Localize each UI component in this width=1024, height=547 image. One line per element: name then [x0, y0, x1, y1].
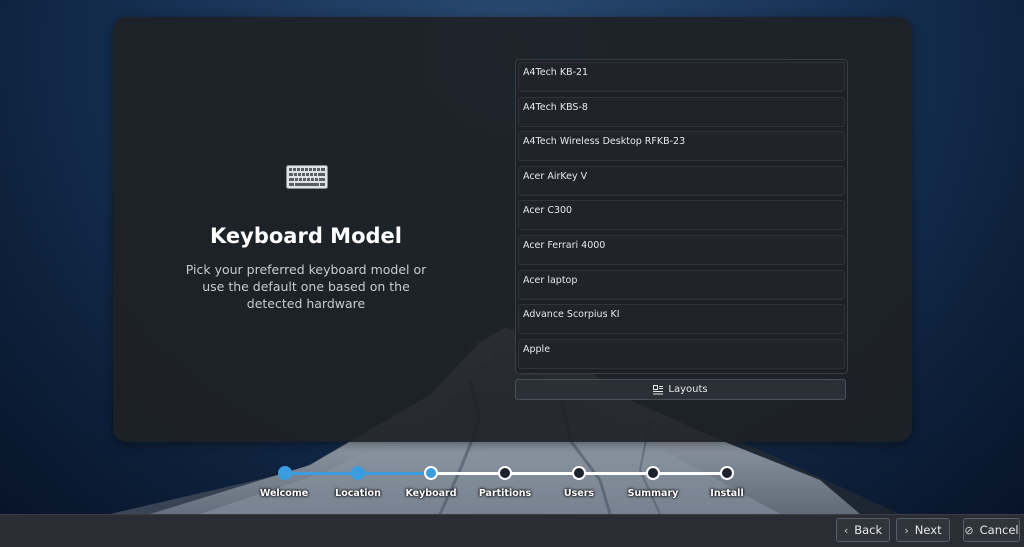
list-item[interactable]: Advance Scorpius KI	[518, 304, 845, 335]
keyboard-icon	[286, 165, 328, 189]
keyboard-model-list[interactable]: A4Tech KB-21 A4Tech KBS-8 A4Tech Wireles…	[515, 59, 848, 374]
next-button[interactable]: › Next	[896, 518, 950, 542]
layouts-icon	[653, 384, 664, 394]
list-item[interactable]: Acer C300	[518, 200, 845, 231]
step-install-label: Install	[710, 488, 744, 499]
page-subtitle: Pick your preferred keyboard model or us…	[185, 262, 427, 311]
back-button-label: Back	[854, 523, 883, 537]
layouts-button[interactable]: Layouts	[515, 379, 846, 400]
list-item[interactable]: Apple	[518, 338, 845, 369]
step-users-label: Users	[563, 488, 595, 499]
step-welcome-label: Welcome	[259, 488, 309, 499]
step-keyboard-marker	[424, 466, 438, 480]
step-summary-label: Summary	[627, 488, 679, 499]
list-item[interactable]: A4Tech KB-21	[518, 62, 845, 92]
chevron-left-icon: ‹	[843, 523, 849, 537]
step-partitions-label: Partitions	[478, 488, 532, 499]
layouts-button-label: Layouts	[668, 384, 708, 395]
chevron-right-icon: ›	[904, 523, 909, 537]
list-item[interactable]: Acer laptop	[518, 269, 845, 300]
cancel-button[interactable]: ⊘ Cancel	[963, 518, 1020, 542]
list-item[interactable]: Acer AirKey V	[518, 165, 845, 196]
list-item[interactable]: Acer Ferrari 4000	[518, 234, 845, 265]
main-card: Keyboard Model Pick your preferred keybo…	[113, 17, 912, 442]
page-title: Keyboard Model	[210, 224, 402, 248]
cancel-icon: ⊘	[964, 523, 974, 537]
back-button[interactable]: ‹ Back	[836, 518, 890, 542]
step-install-marker	[720, 466, 734, 480]
list-item[interactable]: A4Tech KBS-8	[518, 96, 845, 127]
step-location-label: Location	[335, 488, 381, 499]
step-users-marker	[572, 466, 586, 480]
left-pane: Keyboard Model Pick your preferred keybo…	[113, 17, 499, 442]
list-item[interactable]: A4Tech Wireless Desktop RFKB-23	[518, 131, 845, 162]
step-welcome-marker	[278, 466, 292, 480]
step-partitions-marker	[498, 466, 512, 480]
step-location-marker	[351, 466, 365, 480]
step-keyboard-label: Keyboard	[405, 488, 457, 499]
next-button-label: Next	[914, 523, 942, 537]
cancel-button-label: Cancel	[979, 523, 1019, 537]
step-summary-marker	[646, 466, 660, 480]
